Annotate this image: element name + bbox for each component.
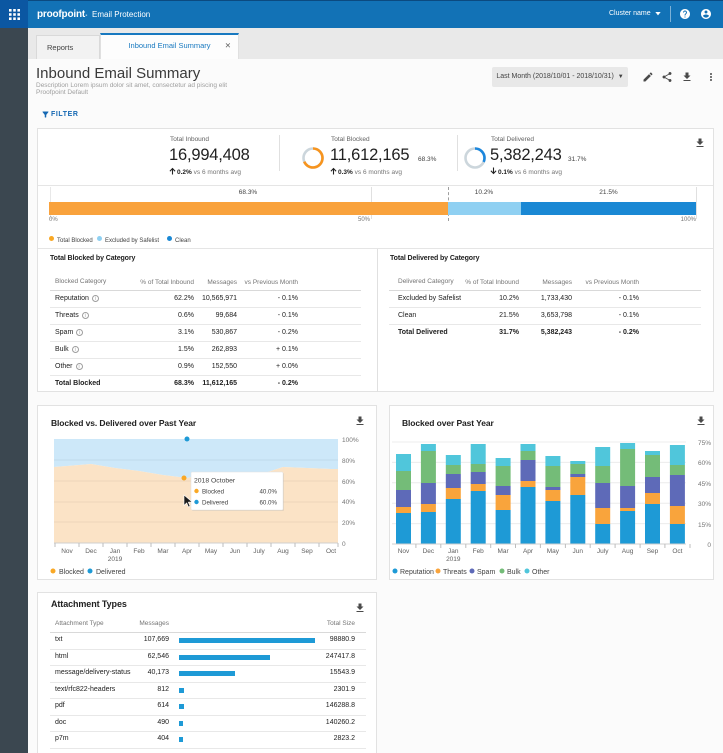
svg-text:Apr: Apr xyxy=(182,548,193,555)
svg-text:20%: 20% xyxy=(342,520,355,527)
svg-text:Jun: Jun xyxy=(230,548,241,555)
svg-text:Feb: Feb xyxy=(133,548,145,555)
svg-text:Blocked: Blocked xyxy=(202,489,225,496)
svg-text:2018 October: 2018 October xyxy=(194,478,236,485)
svg-text:Blocked: Blocked xyxy=(59,569,84,576)
svg-text:60%: 60% xyxy=(342,479,355,486)
svg-text:60%: 60% xyxy=(698,460,711,467)
svg-text:Bulk: Bulk xyxy=(507,569,521,576)
svg-text:45%: 45% xyxy=(698,481,711,488)
svg-text:Mar: Mar xyxy=(497,548,509,555)
svg-text:60.0%: 60.0% xyxy=(259,500,277,507)
svg-text:Dec: Dec xyxy=(423,548,435,555)
svg-text:Apr: Apr xyxy=(523,548,534,555)
svg-text:Nov: Nov xyxy=(61,548,73,555)
svg-text:Sep: Sep xyxy=(301,548,313,555)
svg-text:Oct: Oct xyxy=(672,548,682,555)
svg-text:Jun: Jun xyxy=(573,548,584,555)
svg-text:40%: 40% xyxy=(342,499,355,506)
svg-text:July: July xyxy=(253,548,265,555)
svg-text:July: July xyxy=(597,548,609,555)
svg-text:Aug: Aug xyxy=(277,548,289,555)
svg-text:Dec: Dec xyxy=(85,548,97,555)
svg-text:Other: Other xyxy=(532,569,550,576)
svg-text:40.0%: 40.0% xyxy=(259,489,277,496)
svg-text:0: 0 xyxy=(342,541,346,548)
svg-text:Threats: Threats xyxy=(443,569,467,576)
svg-text:Jan: Jan xyxy=(448,548,459,555)
svg-text:Nov: Nov xyxy=(398,548,410,555)
svg-text:Mar: Mar xyxy=(157,548,169,555)
svg-text:Sep: Sep xyxy=(647,548,659,555)
svg-text:May: May xyxy=(547,548,560,555)
svg-text:100%: 100% xyxy=(342,437,359,444)
svg-text:0: 0 xyxy=(707,542,711,549)
svg-text:2019: 2019 xyxy=(446,556,461,563)
svg-text:75%: 75% xyxy=(698,440,711,447)
svg-text:Feb: Feb xyxy=(473,548,485,555)
svg-text:80%: 80% xyxy=(342,458,355,465)
svg-text:Spam: Spam xyxy=(477,569,495,576)
svg-text:Delivered: Delivered xyxy=(96,569,126,576)
svg-text:Reputation: Reputation xyxy=(400,569,434,576)
svg-text:Oct: Oct xyxy=(326,548,336,555)
svg-text:30%: 30% xyxy=(698,501,711,508)
svg-text:Delivered: Delivered xyxy=(202,500,229,507)
svg-text:May: May xyxy=(205,548,218,555)
svg-text:Jan: Jan xyxy=(110,548,121,555)
svg-text:Aug: Aug xyxy=(622,548,634,555)
svg-text:2019: 2019 xyxy=(108,556,123,563)
svg-text:15%: 15% xyxy=(698,522,711,529)
